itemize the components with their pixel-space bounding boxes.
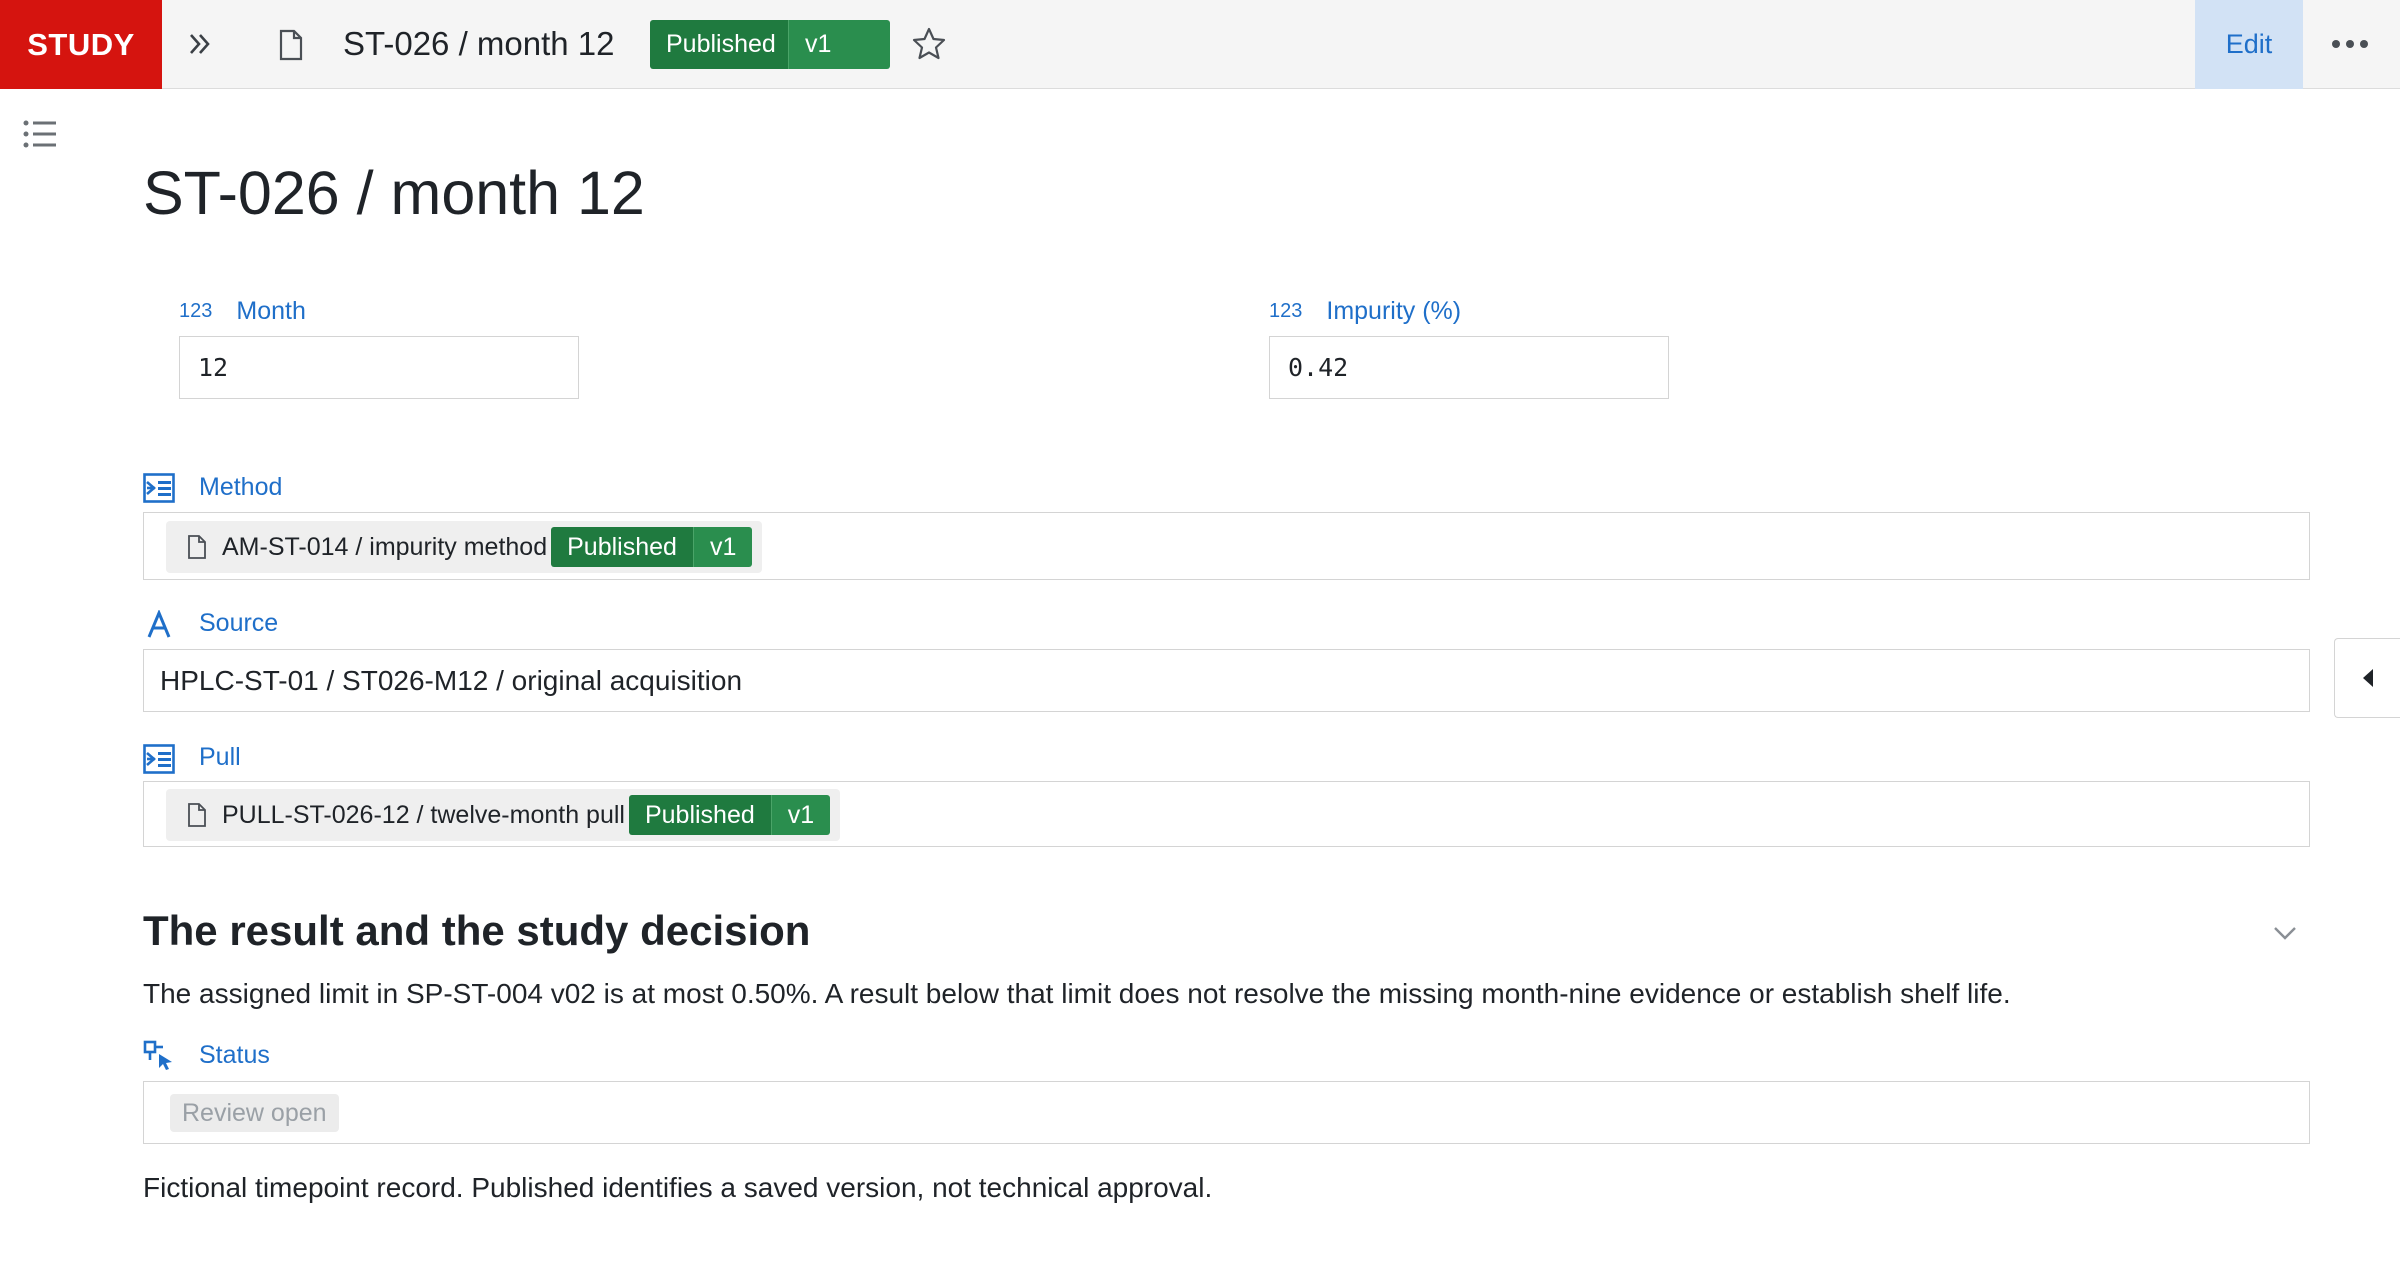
month-label: Month [236,297,306,325]
method-label: Method [199,473,283,501]
status-label: Published [650,20,788,69]
chevron-down-icon[interactable] [2270,918,2300,948]
method-reference-chip[interactable]: AM-ST-014 / impurity method Published v1 [166,521,763,573]
pull-status-badge: Published v1 [628,795,831,835]
pull-field: PULL-ST-026-12 / twelve-month pull Publi… [143,781,2310,847]
section-heading: The result and the study decision [143,907,811,954]
document-icon [279,29,303,61]
text-field-icon [147,610,171,638]
method-field: AM-ST-014 / impurity method Published v1 [143,512,2310,580]
method-status-badge: Published v1 [551,527,753,567]
section-paragraph: The assigned limit in SP-ST-004 v02 is a… [143,978,2011,1009]
list-icon[interactable] [22,118,58,150]
source-label: Source [199,609,279,637]
document-icon [188,803,206,827]
pull-reference-text: PULL-ST-026-12 / twelve-month pull [222,800,625,829]
brand-logo[interactable]: STUDY [0,0,162,89]
reference-field-icon [143,744,175,774]
status-label: Status [199,1041,270,1069]
pull-label: Pull [199,743,241,771]
impurity-field-label: 123 Impurity (%) [1269,295,1461,327]
source-input[interactable]: HPLC-ST-01 / ST026-M12 / original acquis… [143,649,2310,712]
month-input[interactable]: 12 [179,336,579,399]
status-field[interactable]: Review open [143,1081,2310,1144]
reference-field-icon [143,473,175,503]
top-bar: STUDY ST-026 / month 12 Published v1 Edi… [0,0,2400,89]
more-dots-icon[interactable] [2320,22,2380,66]
publish-status-badge[interactable]: Published v1 [650,20,890,69]
version-label: v1 [692,527,753,567]
impurity-label: Impurity (%) [1326,297,1462,325]
document-title: ST-026 / month 12 [343,25,615,62]
month-field-label: 123 Month [179,295,306,327]
pull-reference-chip[interactable]: PULL-ST-026-12 / twelve-month pull Publi… [166,789,841,841]
number-type-tag: 123 [1269,300,1303,322]
expand-sidebar-button[interactable] [182,26,218,62]
status-field-icon [143,1040,172,1070]
star-icon[interactable] [910,25,948,63]
version-label: v1 [788,20,890,69]
document-icon [188,535,206,559]
status-badge: Review open [170,1094,339,1132]
impurity-input[interactable]: 0.42 [1269,336,1669,399]
status-label: Published [628,795,771,835]
number-type-tag: 123 [179,300,213,322]
version-label: v1 [770,795,831,835]
edit-button[interactable]: Edit [2195,0,2303,89]
side-panel-toggle[interactable] [2334,638,2400,718]
footnote: Fictional timepoint record. Published id… [143,1172,1213,1203]
method-reference-text: AM-ST-014 / impurity method [222,532,548,561]
status-label: Published [551,527,693,567]
caret-left-icon [2362,669,2373,687]
page-title: ST-026 / month 12 [143,159,645,227]
double-chevron-right-icon [190,34,210,54]
